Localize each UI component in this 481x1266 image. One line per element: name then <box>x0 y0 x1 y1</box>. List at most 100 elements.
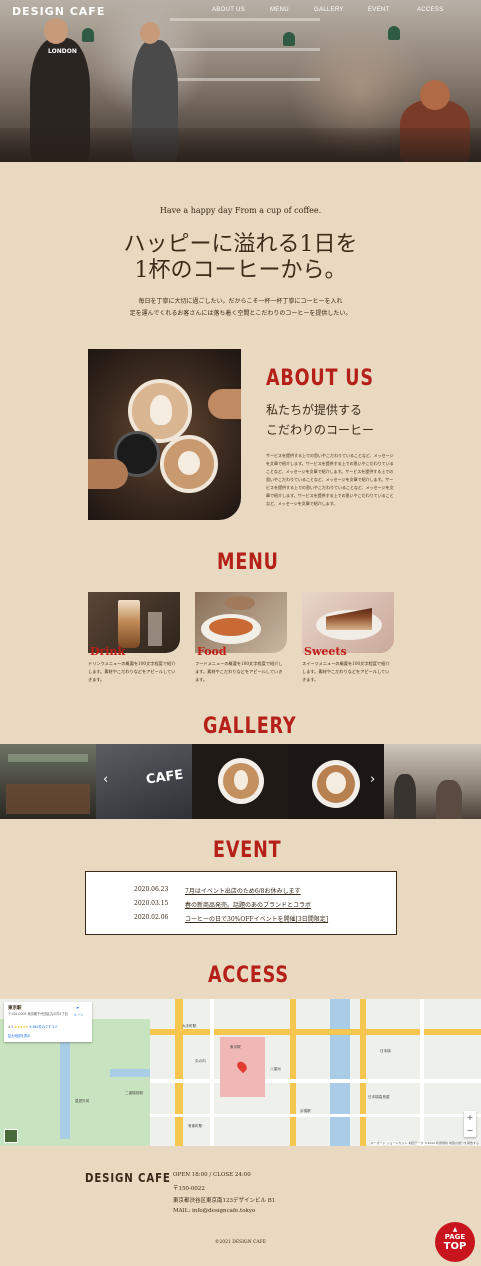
event-list: 2020.06.23 7月はイベント出店のため6/8お休みします 2020.03… <box>85 871 397 935</box>
menu-food-desc: フードメニューの概要を100文字程度で紹介します。素材やこだわりなどをアピールし… <box>195 661 283 682</box>
menu-food-name[interactable]: Food <box>197 645 227 658</box>
nav-access[interactable]: ACCESS <box>417 7 443 13</box>
gallery-title: GALLERY <box>203 714 297 739</box>
about-sub-line1: 私たちが提供する <box>266 403 363 417</box>
road <box>210 999 214 1146</box>
plants <box>8 754 88 762</box>
gallery-carousel[interactable]: CAFE ‹ › <box>0 744 481 819</box>
lead-line2: 足を運んでくれるお客さんには落ち着く空間とこだわりのコーヒーを提供したい。 <box>129 310 352 317</box>
menu-sweets-name[interactable]: Sweets <box>304 645 347 658</box>
road <box>420 999 424 1146</box>
map-route-link[interactable]: ルート <box>74 1012 84 1017</box>
copyright: ©2021 DESIGN CAFE <box>214 1240 267 1245</box>
sweets-image <box>302 592 394 653</box>
page-top-button[interactable]: ▲ PAGE TOP <box>435 1222 475 1262</box>
pasta <box>209 618 253 636</box>
road <box>150 1029 481 1035</box>
lamp-icon <box>283 32 295 46</box>
latte-art <box>178 451 200 475</box>
gallery-image[interactable]: CAFE <box>96 744 192 819</box>
hero-image: LONDON DESIGN CAFE ABOUT US MENU GALLERY… <box>0 0 481 162</box>
star-icon: ★★★★★ <box>14 1025 29 1029</box>
menu-card-drink[interactable] <box>88 592 180 653</box>
site-logo[interactable]: DESIGN CAFE <box>12 5 105 18</box>
gallery-image[interactable] <box>384 744 481 819</box>
road <box>290 999 296 1146</box>
map-larger-link[interactable]: 拡大地図を表示 <box>8 1033 30 1038</box>
person-head <box>44 18 68 44</box>
map-info-card: 東京駅 〒100-0005 東京都千代田区丸の内1丁目 4.3 ★★★★★ 9,… <box>4 1002 92 1042</box>
gallery-next-arrow[interactable]: › <box>370 772 375 787</box>
pagetop-line2: TOP <box>443 1241 467 1252</box>
road <box>150 1114 481 1117</box>
nav-about-us[interactable]: ABOUT US <box>212 7 245 13</box>
nav-event[interactable]: EVENT <box>368 7 390 13</box>
lamp-icon <box>388 26 400 40</box>
nav-gallery[interactable]: GALLERY <box>314 7 344 13</box>
footer-hours: OPEN 18:00 / CLOSE 24:00 <box>173 1172 251 1178</box>
event-title: EVENT <box>213 838 282 863</box>
road <box>175 999 183 1146</box>
nav-menu[interactable]: MENU <box>270 7 289 13</box>
event-link[interactable]: 春の新商品発売。話題のあのブランドとコラボ <box>185 900 311 909</box>
map-address: 〒100-0005 東京都千代田区丸の内1丁目 <box>8 1012 68 1016</box>
person <box>394 774 416 819</box>
river <box>330 999 350 1146</box>
menu-card-sweets[interactable] <box>302 592 394 653</box>
hero-sign: LONDON <box>48 48 77 55</box>
zoom-in-icon[interactable]: + <box>464 1111 476 1124</box>
google-map[interactable]: 大手町駅 東京駅 日本橋 京橋駅 有楽町駅 二重橋前駅 皇居外苑 丸の内 八重洲… <box>0 999 481 1146</box>
event-date: 2020.06.23 <box>134 886 169 893</box>
map-reviews[interactable]: 9,662件のクチコミ <box>29 1025 57 1029</box>
person <box>436 780 462 819</box>
intro-lead: 毎日を丁寧に大切に過ごしたい。だからこそ一杯一杯丁寧にコーヒーを入れ 足を運んで… <box>0 296 481 320</box>
about-coffee-image <box>88 349 241 520</box>
event-link[interactable]: コーヒーの日で30%OFFイベントを開催[3日間限定] <box>185 914 328 923</box>
zoom-out-icon[interactable]: − <box>464 1124 476 1137</box>
access-title: ACCESS <box>208 963 289 988</box>
shelf <box>170 48 320 51</box>
directions-icon[interactable]: ➤ <box>76 1005 79 1010</box>
footer <box>0 1146 481 1266</box>
event-link[interactable]: 7月はイベント出店のため6/8お休みします <box>185 886 300 895</box>
footer-address: 東京都渋谷区東京南123デザインビル B1 <box>173 1198 276 1204</box>
about-sub-line2: こだわりのコーヒー <box>266 423 375 437</box>
about-subtitle: 私たちが提供する こだわりのコーヒー <box>266 400 374 440</box>
footer-logo[interactable]: DESIGN CAFE <box>85 1171 171 1185</box>
counter <box>6 784 90 814</box>
lamp-icon <box>82 28 94 42</box>
gallery-prev-arrow[interactable]: ‹ <box>103 772 108 787</box>
map-label: 大手町駅 <box>182 1024 197 1028</box>
menu-card-food[interactable] <box>195 592 287 653</box>
latte-art <box>326 772 346 794</box>
map-place-name: 東京駅 <box>8 1006 22 1011</box>
headline-line1: ハッピーに溢れる1日を <box>123 232 358 257</box>
footer-mail[interactable]: MAIL: info@designcafe.tokyo <box>173 1208 255 1214</box>
map-label: 八重洲 <box>270 1067 281 1071</box>
map-label: 皇居外苑 <box>75 1099 90 1103</box>
gallery-image[interactable] <box>192 744 288 819</box>
footer-zip: 〒150-0022 <box>173 1186 205 1192</box>
food-image <box>195 592 287 653</box>
event-date: 2020.02.06 <box>134 914 169 921</box>
map-label: 日本橋 <box>380 1049 391 1053</box>
event-date: 2020.03.15 <box>134 900 169 907</box>
map-rating-value: 4.3 <box>8 1025 14 1029</box>
map-rating: 4.3 ★★★★★ 9,662件のクチコミ <box>8 1024 58 1029</box>
person-head <box>420 80 450 110</box>
iced-coffee-glass <box>118 600 140 648</box>
menu-drink-name[interactable]: Drink <box>90 645 125 658</box>
map-zoom-controls[interactable]: + − <box>464 1111 476 1137</box>
hand <box>208 389 241 419</box>
menu-drink-desc: ドリンクメニューの概要を100文字程度で紹介します。素材やこだわりなどをアピール… <box>88 661 176 682</box>
map-label: 丸の内 <box>195 1059 206 1063</box>
menu-sweets-desc: スイーツメニューの概要を100文字程度で紹介します。素材やこだわりなどをアピール… <box>302 661 390 682</box>
hand <box>88 459 128 489</box>
main-headline: ハッピーに溢れる1日を 1杯のコーヒーから。 <box>0 232 481 284</box>
satellite-toggle[interactable] <box>4 1129 18 1143</box>
moat <box>60 1039 70 1139</box>
gallery-image[interactable] <box>0 744 96 819</box>
latte-art <box>234 770 248 790</box>
drink-image <box>88 592 180 653</box>
table-area <box>0 128 481 162</box>
